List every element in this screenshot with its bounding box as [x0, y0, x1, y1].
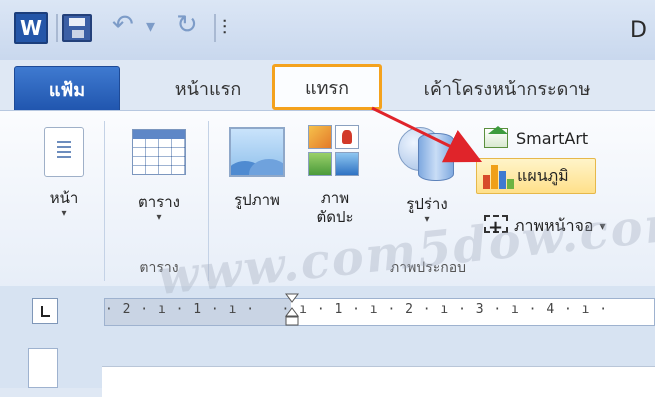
ruler-ticks: · 2 · ı · 1 · ı · · ı · 1 · ı · 2 · ı · … [105, 302, 609, 317]
tab-selector-icon[interactable] [32, 298, 58, 324]
vertical-ruler[interactable] [28, 348, 58, 388]
ruler-area: · 2 · ı · 1 · ı · · ı · 1 · ı · 2 · ı · … [0, 286, 655, 397]
indent-marker-icon[interactable] [285, 293, 299, 329]
document-page[interactable] [102, 366, 655, 397]
horizontal-ruler[interactable]: · 2 · ı · 1 · ı · · ı · 1 · ı · 2 · ı · … [104, 293, 655, 326]
